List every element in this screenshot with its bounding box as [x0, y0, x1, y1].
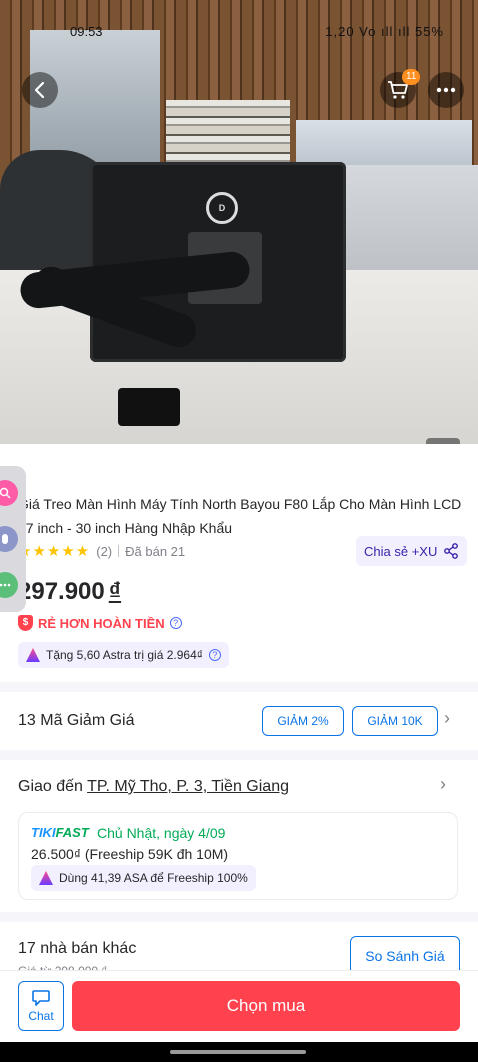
rating-divider [118, 545, 120, 557]
more-button[interactable] [428, 72, 464, 108]
chevron-right-icon: › [444, 708, 450, 728]
astra-logo-icon [39, 871, 53, 885]
image-shelf [166, 100, 290, 168]
product-info-section: Giá Treo Màn Hình Máy Tính North Bayou F… [0, 444, 478, 682]
tikifast-logo-part2: FAST [55, 825, 89, 840]
image-arm-base [118, 388, 180, 426]
system-navigation-bar [0, 1042, 478, 1062]
help-icon: ? [208, 649, 221, 661]
image-monitor-logo: D [206, 192, 238, 224]
search-icon [0, 487, 11, 499]
price-currency: ₫ [108, 578, 122, 605]
back-button[interactable] [22, 72, 58, 108]
shipping-option-box: TIKIFAST Chủ Nhật, ngày 4/09 26.500₫ (Fr… [18, 812, 458, 900]
status-time: 09:53 [70, 24, 103, 39]
status-indicators: 1,20 Vo ıll ıll 55% [325, 24, 444, 39]
tikifast-logo: TIKIFAST [31, 825, 89, 840]
product-image[interactable]: D [0, 0, 478, 444]
chevron-left-icon [34, 81, 45, 99]
asa-freeship-text: Dùng 41,39 ASA để Freeship 100% [59, 871, 248, 885]
help-icon: ? [169, 617, 182, 629]
other-sellers-label: 17 nhà bán khác [18, 940, 137, 957]
delivery-address-row[interactable]: Giao đến TP. Mỹ Tho, P. 3, Tiền Giang [18, 778, 289, 796]
delivery-section: Giao đến TP. Mỹ Tho, P. 3, Tiền Giang › … [0, 760, 478, 912]
product-price: 297.900 ₫ [18, 578, 121, 606]
rating-count: (2) [96, 543, 113, 559]
coupon-chip[interactable]: GIẢM 10K [352, 706, 438, 736]
share-label: Chia sẻ +XU [364, 543, 438, 559]
cart-count-badge: 11 [402, 69, 421, 85]
price-value: 297.900 [18, 578, 105, 605]
bottom-action-bar: Chat Chọn mua [0, 970, 478, 1042]
asa-freeship-chip[interactable]: Dùng 41,39 ASA để Freeship 100% [31, 865, 256, 891]
dots-icon [0, 583, 11, 587]
assistant-icon [2, 534, 8, 544]
coupons-row[interactable]: 13 Mã Giảm Giá GIẢM 2% GIẢM 10K › [0, 692, 478, 750]
home-gesture-pill[interactable] [170, 1050, 306, 1054]
more-icon [436, 87, 456, 93]
share-icon [444, 543, 459, 559]
delivery-date: Chủ Nhật, ngày 4/09 [97, 825, 226, 841]
shield-dollar-icon: $ [18, 615, 33, 631]
coupon-chip[interactable]: GIẢM 2% [262, 706, 344, 736]
astra-logo-icon [26, 648, 40, 662]
cheaper-refund-label: RẺ HƠN HOÀN TIỀN [38, 615, 165, 631]
chevron-right-icon: › [440, 774, 446, 794]
rating-stars: ★★★★★ [18, 543, 91, 560]
delivery-address[interactable]: TP. Mỹ Tho, P. 3, Tiền Giang [87, 778, 289, 795]
status-bar: 09:53 1,20 Vo ıll ıll 55% [0, 0, 478, 39]
sold-count: Đã bán 21 [125, 543, 186, 559]
cheaper-refund-badge[interactable]: $ RẺ HƠN HOÀN TIỀN ? [18, 614, 182, 632]
shipping-fee: 26.500₫ (Freeship 59K đh 10M) [31, 846, 229, 862]
coupons-label: 13 Mã Giảm Giá [18, 712, 135, 729]
tikifast-logo-part1: TIKI [31, 825, 56, 840]
astra-reward-chip[interactable]: Tặng 5,60 Astra trị giá 2.964₫ ? [18, 642, 229, 668]
share-button[interactable]: Chia sẻ +XU [356, 536, 468, 566]
buy-button[interactable]: Chọn mua [72, 981, 460, 1031]
chat-bubble-icon [32, 990, 50, 1006]
delivery-prefix: Giao đến [18, 778, 83, 795]
product-title: Giá Treo Màn Hình Máy Tính North Bayou F… [18, 496, 462, 536]
astra-reward-text: Tặng 5,60 Astra trị giá 2.964₫ [46, 648, 203, 662]
chat-label: Chat [28, 1009, 54, 1023]
rating-row[interactable]: ★★★★★ (2) Đã bán 21 [18, 542, 185, 560]
chat-button[interactable]: Chat [18, 981, 64, 1031]
